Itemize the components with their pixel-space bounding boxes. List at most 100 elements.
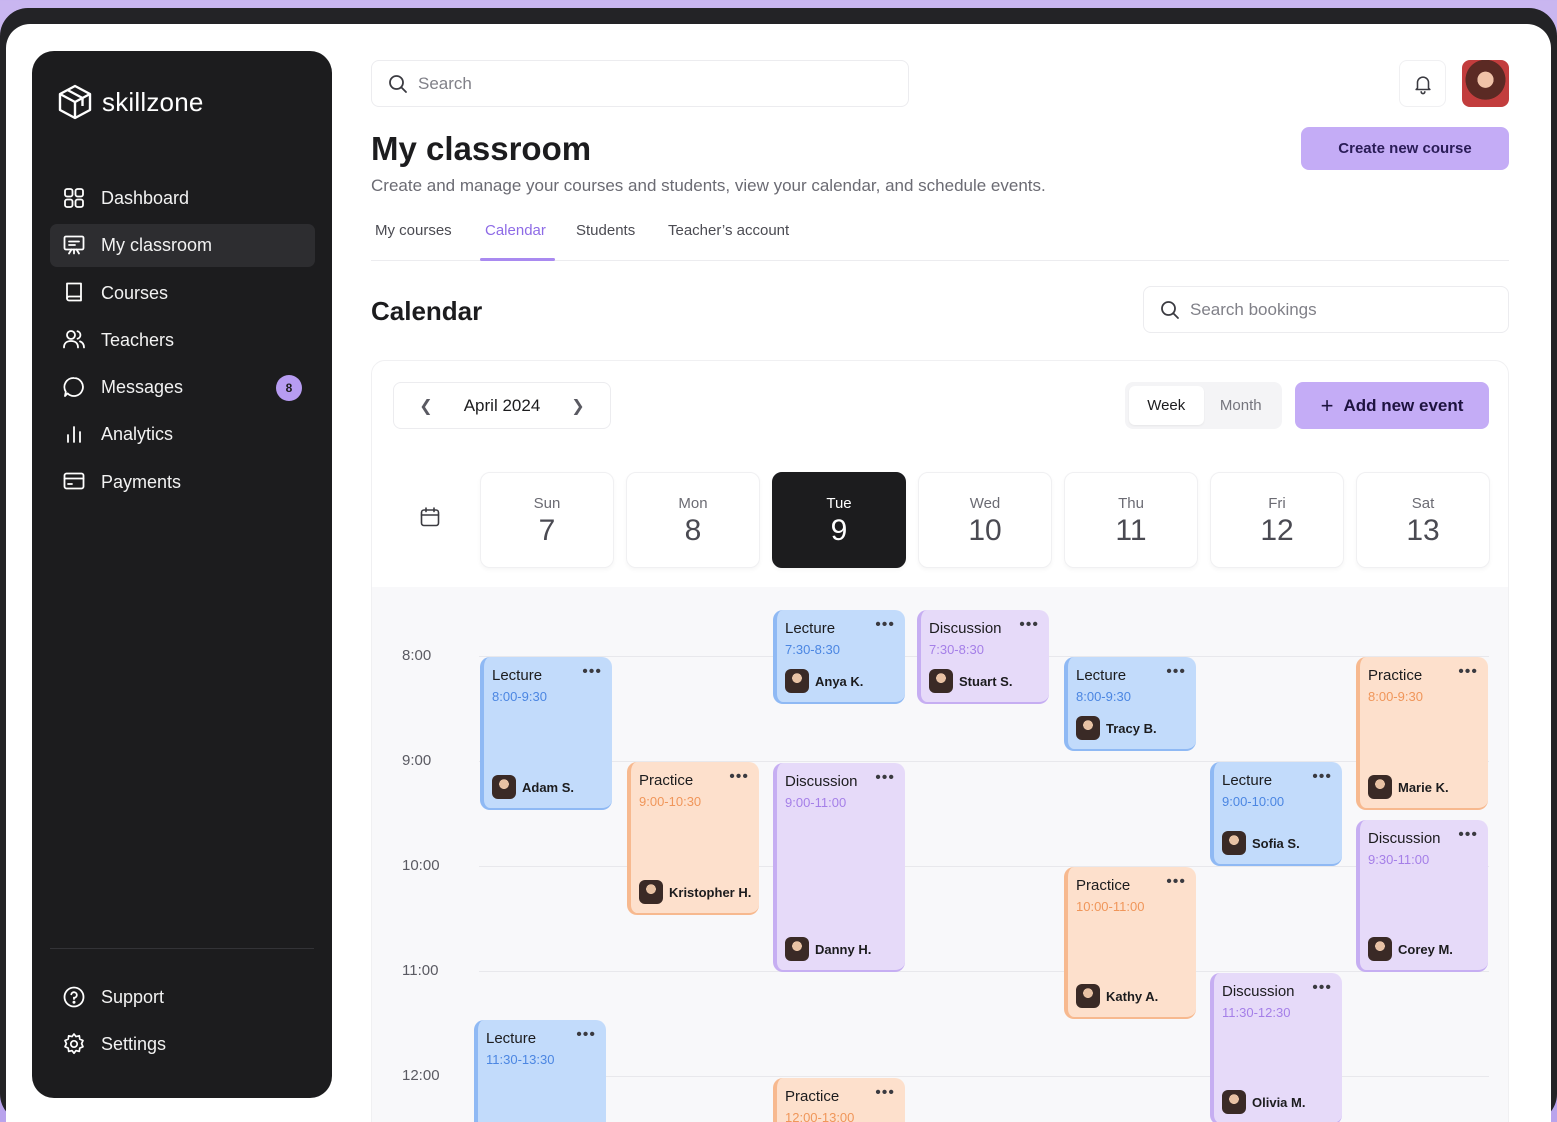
logo[interactable]: skillzone [56,83,204,121]
logo-text: skillzone [102,86,204,117]
event-time: 7:30-8:30 [929,642,984,657]
day-date: 12 [1260,514,1294,547]
sidebar-item-support[interactable]: Support [50,976,315,1019]
event-person: Tracy B. [1076,716,1157,740]
event-card[interactable]: Lecture ••• 8:00-9:30 Adam S. [480,657,612,810]
tab-my-courses[interactable]: My courses [375,222,452,239]
sidebar-item-label: Courses [101,282,169,303]
more-options-icon[interactable]: ••• [1166,873,1186,891]
notifications-button[interactable] [1399,60,1446,107]
day-header-tue[interactable]: Tue 9 [772,472,906,568]
avatar [1368,775,1392,799]
day-header-wed[interactable]: Wed 10 [918,472,1052,568]
day-date: 9 [830,514,848,547]
view-month-option[interactable]: Month [1204,386,1279,425]
day-name: Sat [1411,495,1435,512]
event-card[interactable]: Discussion ••• 11:30-12:30 Olivia M. [1210,973,1342,1122]
chevron-right-icon[interactable]: ❯ [570,396,586,416]
day-header-sun[interactable]: Sun 7 [480,472,614,568]
sidebar-item-label: Messages [101,377,184,398]
avatar [1368,937,1392,961]
sidebar-item-payments[interactable]: Payments [50,461,315,504]
gear-icon [62,1032,88,1058]
sidebar-item-teachers[interactable]: Teachers [50,319,315,362]
tab-teachers-account[interactable]: Teacher’s account [668,222,789,239]
event-card[interactable]: Practice ••• 9:00-10:30 Kristopher H. [627,762,759,915]
event-card[interactable]: Lecture ••• 8:00-9:30 Tracy B. [1064,657,1196,751]
hour-label: 9:00 [402,752,432,769]
event-person: Marie K. [1368,775,1449,799]
event-card[interactable]: Lecture ••• 11:30-13:30 [474,1020,606,1122]
event-card[interactable]: Practice ••• 8:00-9:30 Marie K. [1356,657,1488,810]
event-card[interactable]: Discussion ••• 9:30-11:00 Corey M. [1356,820,1488,972]
active-tab-indicator [480,258,555,261]
event-card[interactable]: Discussion ••• 9:00-11:00 Danny H. [773,763,905,972]
event-time: 12:00-13:00 [785,1110,855,1122]
event-time: 10:00-11:00 [1076,899,1145,914]
event-card[interactable]: Practice ••• 10:00-11:00 Kathy A. [1064,867,1196,1019]
sidebar-item-my-classroom[interactable]: My classroom [50,224,315,268]
search-placeholder: Search [418,73,472,93]
more-options-icon[interactable]: ••• [1166,663,1186,681]
search-icon [389,74,407,93]
day-name: Wed [969,495,1001,512]
day-header-sat[interactable]: Sat 13 [1356,472,1490,568]
more-options-icon[interactable]: ••• [729,768,749,786]
book-icon [62,280,88,306]
sidebar-item-analytics[interactable]: Analytics [50,413,315,456]
event-time: 8:00-9:30 [1076,689,1131,704]
calendar-icon[interactable] [419,506,441,528]
more-options-icon[interactable]: ••• [875,616,895,634]
skillzone-logo-icon [58,84,92,120]
more-options-icon[interactable]: ••• [875,1084,895,1102]
current-month: April 2024 [463,395,541,415]
users-icon [62,327,88,353]
tab-students[interactable]: Students [576,222,635,239]
sidebar-item-settings[interactable]: Settings [50,1023,315,1066]
search-input[interactable]: Search [371,60,909,107]
event-time: 7:30-8:30 [785,642,840,657]
event-card[interactable]: Practice ••• 12:00-13:00 [773,1078,905,1122]
search-bookings-input[interactable]: Search bookings [1143,286,1509,333]
sidebar-item-label: Analytics [101,424,174,445]
sidebar-item-messages[interactable]: Messages 8 [50,366,315,409]
add-new-event-button[interactable]: + Add new event [1295,382,1489,429]
view-week-option[interactable]: Week [1129,386,1204,425]
month-navigator: ❮ April 2024 ❯ [393,382,611,429]
day-header-thu[interactable]: Thu 11 [1064,472,1198,568]
event-time: 8:00-9:30 [1368,689,1423,704]
more-options-icon[interactable]: ••• [1312,979,1332,997]
more-options-icon[interactable]: ••• [1458,826,1478,844]
event-time: 9:00-11:00 [785,795,847,810]
event-card[interactable]: Lecture ••• 9:00-10:00 Sofia S. [1210,762,1342,866]
event-person: Kathy A. [1076,984,1158,1008]
sidebar-divider [50,948,314,949]
more-options-icon[interactable]: ••• [1312,768,1332,786]
create-new-course-button[interactable]: Create new course [1301,127,1509,170]
avatar [785,937,809,961]
tab-calendar[interactable]: Calendar [485,222,546,239]
person-name: Olivia M. [1252,1094,1306,1110]
user-avatar[interactable] [1462,60,1509,107]
person-name: Anya K. [815,673,864,689]
more-options-icon[interactable]: ••• [1019,616,1039,634]
avatar [929,669,953,693]
sidebar-item-courses[interactable]: Courses [50,272,315,315]
avatar [785,669,809,693]
day-header-mon[interactable]: Mon 8 [626,472,760,568]
sidebar-item-label: Teachers [101,329,175,350]
day-header-fri[interactable]: Fri 12 [1210,472,1344,568]
event-time: 9:00-10:00 [1222,794,1285,809]
presentation-board-icon [62,233,88,259]
bar-chart-icon [62,422,88,448]
more-options-icon[interactable]: ••• [576,1026,596,1044]
person-name: Tracy B. [1106,720,1157,736]
chevron-left-icon[interactable]: ❮ [418,396,434,416]
sidebar-item-dashboard[interactable]: Dashboard [50,177,315,220]
more-options-icon[interactable]: ••• [875,769,895,787]
more-options-icon[interactable]: ••• [582,663,602,681]
more-options-icon[interactable]: ••• [1458,663,1478,681]
event-card[interactable]: Lecture ••• 7:30-8:30 Anya K. [773,610,905,704]
event-card[interactable]: Discussion ••• 7:30-8:30 Stuart S. [917,610,1049,704]
hour-gridline [479,761,1489,762]
